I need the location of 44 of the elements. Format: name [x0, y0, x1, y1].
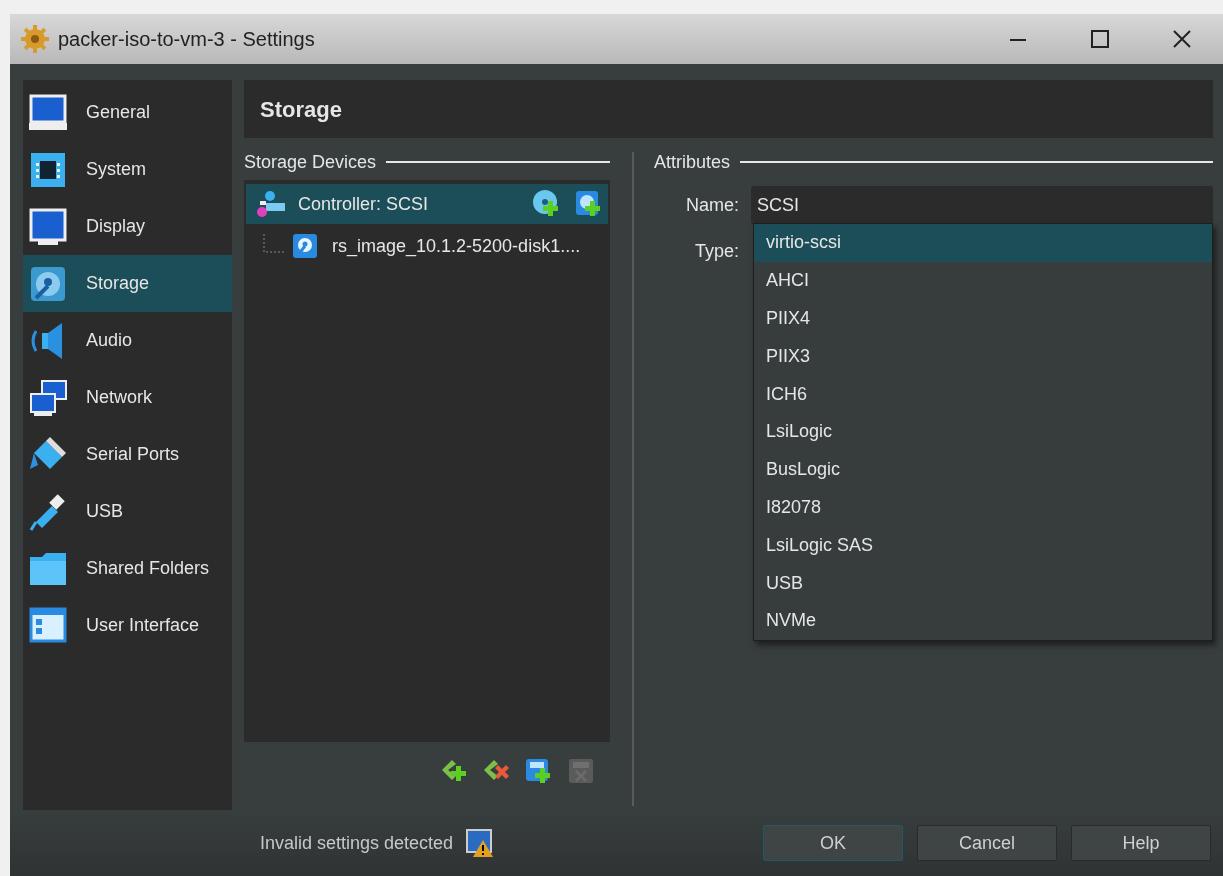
sidebar-item[interactable]: Serial Ports — [23, 426, 232, 483]
dropdown-option[interactable]: BusLogic — [754, 450, 1212, 489]
dropdown-option[interactable]: LsiLogic — [754, 413, 1212, 451]
dropdown-option[interactable]: I82078 — [754, 488, 1212, 527]
gear-icon — [20, 24, 50, 54]
dropdown-option[interactable]: LsiLogic SAS — [754, 526, 1212, 565]
network-icon — [28, 377, 68, 418]
dialog-button[interactable]: OK — [763, 825, 903, 861]
sidebar-item[interactable]: Storage — [23, 255, 232, 312]
sidebar-item[interactable]: Shared Folders — [23, 540, 232, 597]
dialog-button[interactable]: Help — [1071, 825, 1211, 861]
maximize-icon[interactable] — [1090, 29, 1110, 49]
page-title: Storage — [260, 95, 342, 124]
sidebar-item[interactable]: USB — [23, 483, 232, 540]
sidebar-item[interactable]: Display — [23, 198, 232, 255]
monitor-icon — [28, 206, 68, 247]
dropdown-option[interactable]: USB — [754, 564, 1212, 602]
dropdown-option[interactable]: PIIX3 — [754, 337, 1212, 376]
dialog-button[interactable]: Cancel — [917, 825, 1057, 861]
sidebar-item[interactable]: System — [23, 141, 232, 198]
close-icon[interactable] — [1172, 29, 1192, 49]
dropdown-option[interactable]: AHCI — [754, 261, 1212, 300]
sidebar-item[interactable]: Audio — [23, 312, 232, 369]
group-heading: Attributes — [654, 150, 731, 174]
usb-plug-icon — [28, 491, 68, 532]
field-label: Name: — [685, 193, 740, 217]
window-icon — [28, 605, 68, 646]
warning-icon — [465, 828, 496, 858]
dropdown-option[interactable]: virtio-scsi — [754, 224, 1212, 262]
group-heading: Storage Devices — [244, 150, 377, 174]
tree-item[interactable]: rs_image_10.1.2-5200-disk1.... — [246, 224, 608, 268]
sidebar-item[interactable]: Network — [23, 369, 232, 426]
dropdown-option[interactable]: ICH6 — [754, 375, 1212, 413]
status-message: Invalid settings detected — [260, 831, 454, 855]
window-title: packer-iso-to-vm-3 - Settings — [58, 27, 315, 52]
field-label: Type: — [693, 240, 740, 263]
general-icon — [28, 92, 68, 133]
sidebar-item[interactable]: General — [23, 84, 232, 141]
controller-icon — [256, 189, 286, 219]
dropdown-option[interactable]: NVMe — [754, 601, 1212, 640]
dropdown-option[interactable]: PIIX4 — [754, 299, 1212, 338]
sidebar-item[interactable]: User Interface — [23, 597, 232, 654]
tree-item[interactable]: Controller: SCSI — [246, 184, 608, 224]
name-field[interactable]: SCSI — [751, 186, 1213, 224]
